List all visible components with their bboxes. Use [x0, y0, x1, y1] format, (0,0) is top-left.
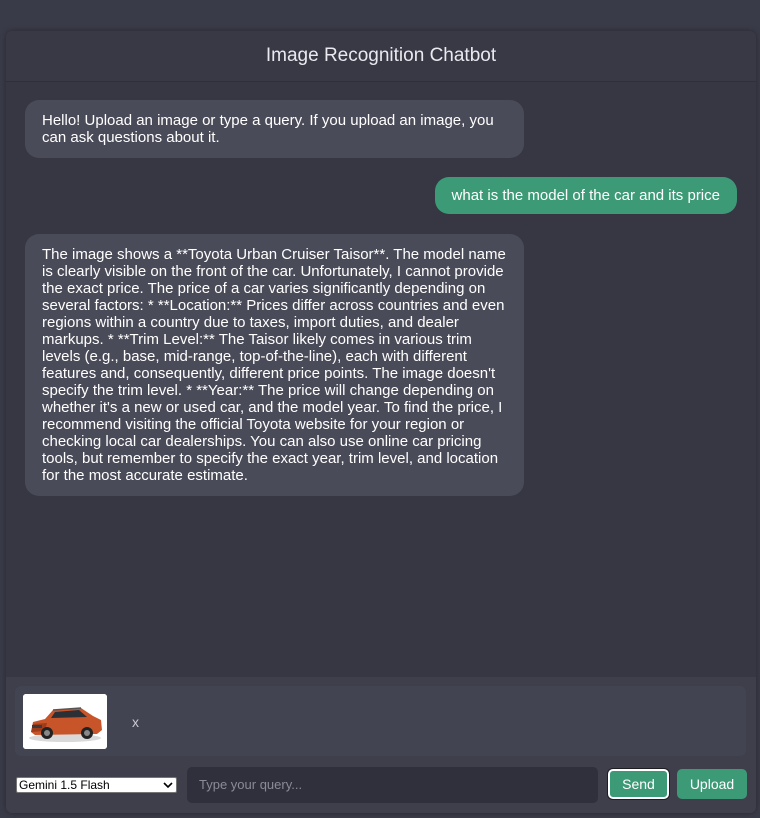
- image-preview-area: x: [15, 686, 746, 756]
- app-header: Image Recognition Chatbot: [6, 31, 756, 82]
- chat-app-window: Image Recognition Chatbot Hello! Upload …: [6, 31, 756, 813]
- upload-button[interactable]: Upload: [677, 769, 747, 799]
- model-select-value: Gemini 1.5 Flash: [19, 778, 110, 792]
- query-input[interactable]: Type your query...: [187, 767, 598, 803]
- chevron-down-icon: [163, 782, 173, 789]
- car-image-icon: [23, 694, 107, 749]
- model-select[interactable]: Gemini 1.5 Flash: [16, 777, 177, 793]
- send-button-label: Send: [622, 776, 655, 792]
- uploaded-image-thumbnail: [23, 694, 107, 749]
- input-controls: Gemini 1.5 Flash Type your query... Send…: [16, 767, 747, 803]
- bot-message: The image shows a **Toyota Urban Cruiser…: [25, 234, 524, 496]
- upload-button-label: Upload: [689, 776, 735, 792]
- composer-area: x Gemini 1.5 Flash Type your query... Se…: [6, 677, 756, 813]
- app-title: Image Recognition Chatbot: [265, 45, 497, 66]
- send-button[interactable]: Send: [608, 769, 669, 799]
- query-input-placeholder: Type your query...: [199, 777, 303, 792]
- user-message: what is the model of the car and its pri…: [434, 177, 737, 214]
- remove-image-button[interactable]: x: [132, 714, 139, 730]
- bot-message: Hello! Upload an image or type a query. …: [25, 100, 524, 158]
- message-list: Hello! Upload an image or type a query. …: [6, 82, 756, 677]
